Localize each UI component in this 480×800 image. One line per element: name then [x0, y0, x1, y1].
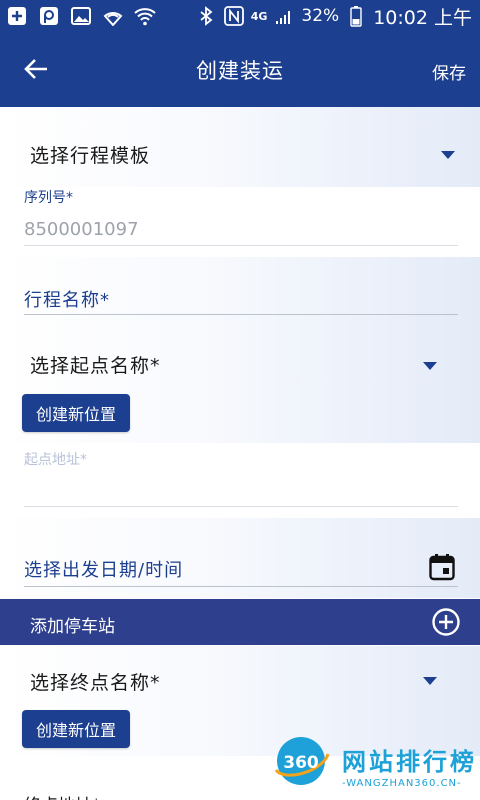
trip-template-dropdown[interactable]: 选择行程模板 — [0, 107, 480, 187]
save-button[interactable]: 保存 — [432, 59, 466, 84]
battery-percent: 32% — [301, 6, 340, 26]
add-notification-icon — [6, 5, 28, 27]
calendar-icon[interactable] — [429, 553, 455, 581]
watermark-text: 网站排行榜 — [342, 748, 477, 776]
trip-template-label: 选择行程模板 — [30, 145, 151, 167]
start-address-label: 起点地址* — [24, 452, 87, 468]
signal-icon — [273, 5, 295, 27]
dropdown-caret-icon — [423, 362, 437, 370]
app-bar: 创建装运 保存 — [0, 33, 480, 107]
notification-icons — [6, 5, 156, 27]
bluetooth-icon — [195, 5, 217, 27]
gallery-icon — [70, 5, 92, 27]
arrow-back-icon — [23, 56, 49, 86]
trip-name-input[interactable]: 行程名称* — [24, 286, 110, 312]
add-stop-bar[interactable]: 添加停车站 — [0, 599, 480, 645]
dropdown-caret-icon — [423, 677, 437, 685]
end-address-label[interactable]: 终点地址* — [24, 791, 101, 800]
network-type: 4G — [250, 9, 268, 23]
status-bar: 4G 32% 10:02 上午 — [0, 0, 480, 33]
watermark-sub: -WANGZHAN360.CN- — [342, 778, 462, 789]
shipment-form: 选择行程模板 序列号* 8500001097 行程名称* 选择起点名称* 创建新… — [0, 107, 480, 800]
add-stop-label: 添加停车站 — [30, 617, 115, 637]
departure-datetime-input[interactable]: 选择出发日期/时间 — [24, 556, 183, 582]
add-circle-icon[interactable] — [432, 608, 460, 636]
start-name-label: 选择起点名称* — [30, 355, 161, 377]
wifi-shield-icon — [102, 5, 124, 27]
back-button[interactable] — [18, 53, 54, 89]
battery-icon — [345, 5, 367, 27]
p-app-icon — [38, 5, 60, 27]
serial-value: 8500001097 — [24, 219, 139, 240]
clock: 10:02 上午 — [373, 6, 472, 29]
watermark-number: 360 — [283, 753, 319, 773]
end-name-label: 选择终点名称* — [30, 672, 161, 694]
departure-section: 选择出发日期/时间 — [0, 518, 480, 598]
watermark-logo: 360 — [270, 730, 332, 792]
dropdown-caret-icon — [441, 151, 455, 159]
watermark: 360 网站排行榜 -WANGZHAN360.CN- — [266, 728, 480, 800]
create-location-button-2[interactable]: 创建新位置 — [22, 710, 130, 748]
nfc-icon — [223, 5, 245, 27]
start-name-dropdown[interactable]: 选择起点名称* — [0, 327, 480, 377]
trip-name-underline — [24, 314, 458, 315]
start-address-underline — [24, 506, 458, 507]
create-location-button[interactable]: 创建新位置 — [22, 394, 130, 432]
serial-label: 序列号* — [24, 190, 73, 206]
page-title: 创建装运 — [196, 59, 284, 83]
trip-start-section: 行程名称* 选择起点名称* 创建新位置 — [0, 257, 480, 443]
departure-underline — [24, 586, 458, 587]
serial-underline — [24, 245, 458, 246]
end-name-dropdown[interactable]: 选择终点名称* — [0, 646, 480, 706]
system-icons: 4G 32% 10:02 上午 — [195, 4, 472, 29]
wifi-icon — [134, 5, 156, 27]
